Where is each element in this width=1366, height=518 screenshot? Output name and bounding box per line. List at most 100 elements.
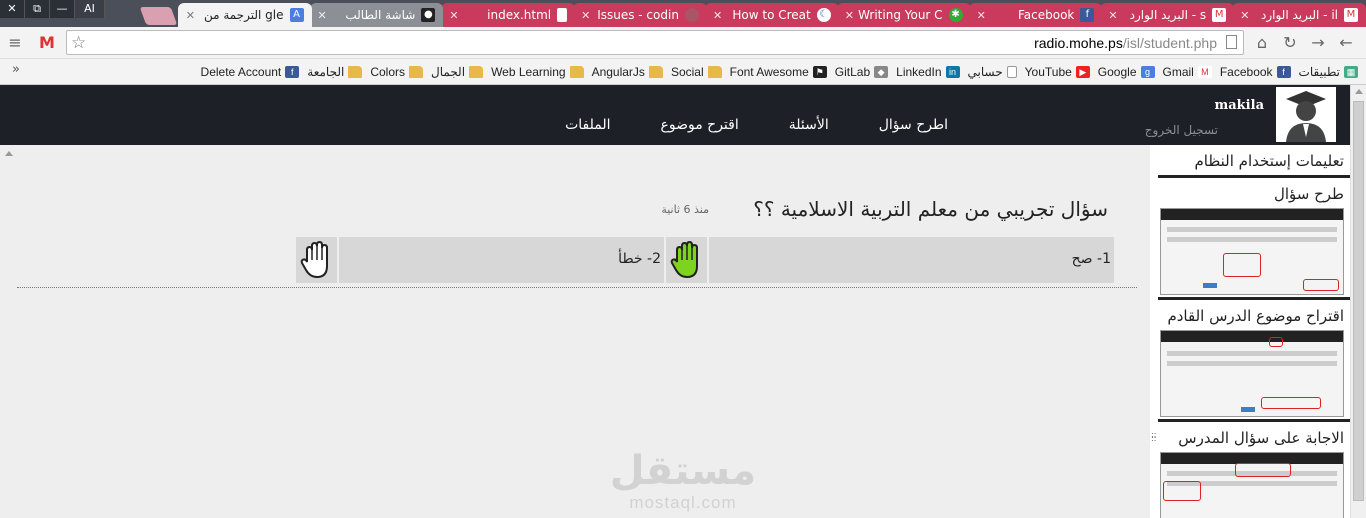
- bookmark-folder[interactable]: AngularJs: [592, 65, 663, 79]
- bookmark-star-icon[interactable]: ☆: [71, 33, 86, 53]
- bookmark-item[interactable]: g Google: [1098, 65, 1155, 79]
- user-icon: ●: [421, 8, 436, 22]
- folder-icon: [707, 65, 722, 78]
- close-icon[interactable]: ✕: [581, 9, 590, 22]
- flag-icon: ⚑: [812, 65, 827, 78]
- bookmark-folder[interactable]: الجامعة: [307, 65, 363, 79]
- bookmark-item[interactable]: حسابي: [968, 65, 1017, 79]
- bookmark-item[interactable]: f Facebook: [1220, 65, 1291, 79]
- close-icon[interactable]: ✕: [1108, 9, 1117, 22]
- bookmark-label: Social: [670, 64, 704, 79]
- bookmarks-overflow-icon[interactable]: »: [12, 62, 20, 77]
- sidebar-title: تعليمات إستخدام النظام: [1158, 145, 1350, 178]
- bookmark-label: الجمال: [431, 64, 466, 79]
- help-block-title: طرح سؤال: [1273, 185, 1344, 203]
- restore-window-button[interactable]: ⧉: [25, 0, 50, 18]
- profile-button[interactable]: AI: [75, 0, 105, 18]
- bookmark-item[interactable]: ▶ YouTube: [1025, 65, 1090, 79]
- help-screenshot[interactable]: [1160, 330, 1344, 417]
- close-icon[interactable]: ✕: [318, 9, 327, 22]
- gitlab-icon: ◆: [874, 65, 889, 78]
- bookmark-label: Facebook: [1219, 64, 1273, 79]
- answer-list: 1- صح 2- خطأ: [294, 237, 1114, 283]
- tab-title: Issues - codin: [597, 8, 679, 22]
- back-icon[interactable]: ←: [1336, 33, 1356, 53]
- tab[interactable]: ✱ Writing Your C ✕: [836, 3, 971, 27]
- moon-icon: ☾: [816, 8, 831, 22]
- nav-ask-question[interactable]: اطرح سؤال: [879, 117, 948, 133]
- google-icon: g: [1140, 65, 1155, 78]
- tab-title: Writing Your C: [858, 8, 943, 22]
- folder-icon: [469, 65, 484, 78]
- tab[interactable]: ● شاشة الطالب ✕: [309, 3, 444, 27]
- gmail-icon: M: [1344, 8, 1358, 22]
- tab-title: البريد الوارد - s: [1129, 8, 1207, 22]
- bookmark-item[interactable]: ⚑ Font Awesome: [730, 65, 827, 79]
- tab[interactable]: Issues - codin ✕: [573, 3, 707, 27]
- tab[interactable]: M البريد الوارد - il ✕: [1232, 3, 1366, 27]
- close-icon[interactable]: ✕: [977, 9, 986, 22]
- scroll-up-arrow-icon[interactable]: [5, 151, 13, 156]
- bookmark-label: Google: [1097, 64, 1137, 79]
- bookmark-label: LinkedIn: [896, 64, 942, 79]
- nav-suggest-topic[interactable]: اقترح موضوع: [661, 117, 739, 133]
- tab-title: البريد الوارد - il: [1261, 8, 1338, 22]
- raised-hand-icon: [300, 240, 328, 279]
- forward-icon[interactable]: →: [1308, 33, 1328, 53]
- help-screenshot[interactable]: [1160, 208, 1344, 295]
- minimize-window-button[interactable]: —: [50, 0, 75, 18]
- url-text: radio.mohe.ps/isl/student.php: [1034, 35, 1217, 51]
- gmail-extension-icon[interactable]: M: [37, 33, 57, 53]
- scroll-up-arrow-icon[interactable]: [1355, 89, 1363, 94]
- bookmark-label: YouTube: [1024, 64, 1072, 79]
- tab[interactable]: A الترجمة من gle ✕: [177, 3, 312, 27]
- bookmark-folder[interactable]: Colors: [370, 65, 423, 79]
- answer-label: 1- صح: [1071, 251, 1111, 267]
- new-tab-button[interactable]: [139, 7, 177, 25]
- close-icon[interactable]: ✕: [449, 9, 458, 22]
- bookmark-label: Gmail: [1162, 64, 1194, 79]
- bookmark-folder[interactable]: الجمال: [431, 64, 484, 79]
- page-info-icon[interactable]: [1226, 35, 1237, 49]
- logout-link[interactable]: تسجيل الخروج: [1145, 123, 1218, 137]
- facebook-icon: f: [285, 65, 300, 78]
- tab[interactable]: M البريد الوارد - s ✕: [1100, 3, 1235, 27]
- folder-icon: [648, 65, 663, 78]
- panel-splitter[interactable]: ::::: [1150, 145, 1158, 518]
- main-content: سؤال تجريبي من معلم التربية الاسلامية ؟؟…: [0, 145, 1150, 518]
- bookmark-item[interactable]: in LinkedIn: [896, 64, 960, 79]
- address-bar[interactable]: ☆ radio.mohe.ps/isl/student.php: [66, 30, 1244, 55]
- angular-icon: ✱: [948, 8, 963, 22]
- close-icon[interactable]: ✕: [1240, 9, 1249, 22]
- reload-icon[interactable]: ↻: [1280, 33, 1300, 53]
- main-nav: اطرح سؤال الأسئلة اقترح موضوع الملفات: [565, 117, 948, 133]
- close-window-button[interactable]: ✕: [0, 0, 25, 18]
- bookmark-item[interactable]: ◆ GitLab: [835, 65, 889, 79]
- close-icon[interactable]: ✕: [713, 9, 722, 22]
- bookmark-folder[interactable]: Web Learning: [491, 65, 584, 79]
- bookmark-label: تطبيقات: [1298, 64, 1340, 79]
- bookmark-item[interactable]: ▦ تطبيقات: [1299, 65, 1358, 79]
- nav-questions[interactable]: الأسئلة: [789, 117, 829, 133]
- home-icon[interactable]: ⌂: [1252, 33, 1272, 53]
- answer-option[interactable]: 1- صح: [707, 237, 1114, 283]
- browser-toolbar: ≡ M ☆ radio.mohe.ps/isl/student.php ⌂ ↻ …: [0, 27, 1366, 59]
- answer-option[interactable]: 2- خطأ: [337, 237, 664, 283]
- splitter-grip-icon[interactable]: ::::: [1151, 431, 1156, 443]
- bookmark-item[interactable]: f Delete Account: [201, 65, 300, 79]
- vote-hand-button[interactable]: [294, 237, 337, 283]
- scrollbar-thumb[interactable]: [1353, 101, 1364, 501]
- menu-icon[interactable]: ≡: [5, 33, 25, 53]
- close-icon[interactable]: ✕: [186, 9, 195, 22]
- tab[interactable]: ☾ How to Creat ✕: [704, 3, 839, 27]
- help-screenshot[interactable]: [1160, 452, 1344, 518]
- tab[interactable]: f Facebook ✕: [968, 3, 1103, 27]
- vote-hand-button[interactable]: [664, 237, 707, 283]
- page-scrollbar[interactable]: [1350, 85, 1366, 518]
- bookmark-item[interactable]: M Gmail: [1163, 65, 1212, 79]
- nav-files[interactable]: الملفات: [565, 117, 610, 133]
- tab[interactable]: index.html ✕: [441, 3, 576, 27]
- bookmark-folder[interactable]: Social: [671, 65, 722, 79]
- close-icon[interactable]: ✕: [845, 9, 854, 22]
- help-block-title: اقتراح موضوع الدرس القادم: [1167, 307, 1344, 325]
